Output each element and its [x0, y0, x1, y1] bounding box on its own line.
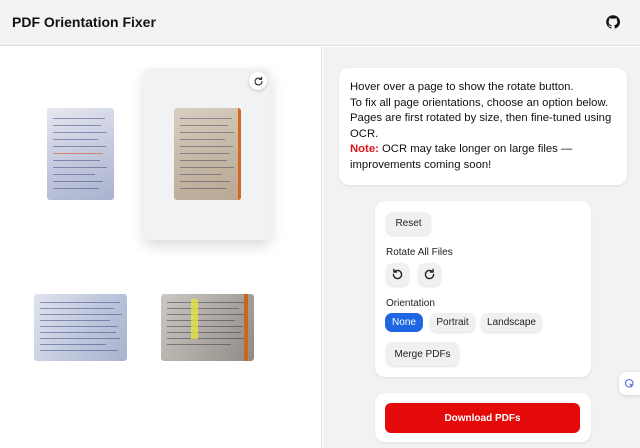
instructions-card: Hover over a page to show the rotate but…: [339, 68, 627, 185]
cursor-click-icon: [624, 378, 634, 388]
orientation-none-button[interactable]: None: [385, 313, 423, 332]
rotate-counterclockwise-icon: [392, 268, 403, 280]
github-icon[interactable]: [605, 14, 621, 30]
app-title: PDF Orientation Fixer: [12, 14, 156, 30]
page-thumbnail[interactable]: [174, 108, 241, 200]
rotate-all-ccw-button[interactable]: [386, 263, 409, 286]
reset-button[interactable]: Reset: [386, 212, 431, 235]
ocr-note: Note: OCR may take longer on large files…: [350, 142, 616, 173]
merge-pdfs-button[interactable]: Merge PDFs: [386, 342, 459, 366]
feedback-tab[interactable]: [619, 372, 640, 395]
rotate-clockwise-icon: [424, 268, 435, 280]
page-thumbnail[interactable]: [34, 294, 127, 361]
note-text: OCR may take longer on large files — imp…: [350, 143, 573, 171]
orientation-label: Orientation: [386, 298, 435, 309]
instruction-line: Pages are first rotated by size, then fi…: [350, 112, 612, 140]
orientation-landscape-button[interactable]: Landscape: [481, 313, 542, 332]
rotate-clockwise-icon: [254, 76, 263, 86]
note-label: Note:: [350, 143, 379, 156]
rotate-all-cw-button[interactable]: [418, 263, 441, 286]
app-header: PDF Orientation Fixer: [0, 0, 640, 46]
page-thumbnail[interactable]: [47, 108, 114, 200]
rotate-all-label: Rotate All Files: [386, 247, 453, 258]
download-pdfs-button[interactable]: Download PDFs: [385, 403, 580, 433]
orientation-portrait-button[interactable]: Portrait: [430, 313, 475, 332]
page-thumbnail[interactable]: [161, 294, 254, 361]
rotate-page-button[interactable]: [249, 72, 267, 90]
instruction-line: Hover over a page to show the rotate but…: [350, 81, 574, 93]
instruction-line: To fix all page orientations, choose an …: [350, 96, 609, 109]
